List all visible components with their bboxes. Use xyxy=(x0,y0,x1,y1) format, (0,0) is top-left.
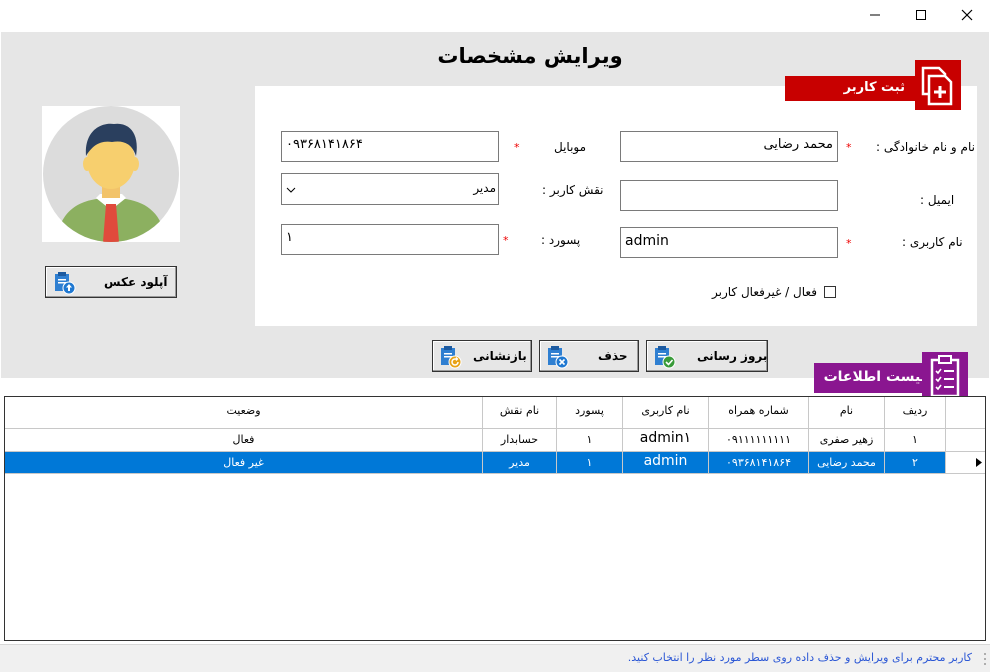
table-row-1-role[interactable]: حسابدار xyxy=(483,433,556,446)
table-row-2-status[interactable]: غیر فعال xyxy=(5,456,482,469)
header-row-number[interactable]: ردیف xyxy=(885,404,945,417)
table-row-2-number[interactable]: ۲ xyxy=(885,456,945,469)
mobile-field[interactable]: ۰۹۳۶۸۱۴۱۸۶۴ xyxy=(281,131,499,162)
mobile-label: موبایل xyxy=(554,140,587,154)
user-avatar-icon xyxy=(43,106,179,242)
row-header-cell[interactable] xyxy=(946,452,985,473)
clipboard-delete-icon xyxy=(545,345,569,369)
table-row-1-phone[interactable]: ۰۹۱۱۱۱۱۱۱۱۱ xyxy=(709,433,808,446)
header-role[interactable]: نام نقش xyxy=(483,404,556,417)
role-label: نقش کاربر : xyxy=(542,183,604,197)
username-field[interactable]: admin xyxy=(620,227,838,258)
active-checkbox-label: فعال / غیرفعال کاربر xyxy=(712,285,817,299)
table-row-1-username[interactable]: admin۱ xyxy=(623,430,708,446)
document-add-icon xyxy=(915,60,961,110)
table-row-2-phone[interactable]: ۰۹۳۶۸۱۴۱۸۶۴ xyxy=(709,456,808,469)
fullname-field[interactable]: محمد رضایی xyxy=(620,131,838,162)
mobile-required-mark: * xyxy=(514,141,520,154)
table-row-1-password[interactable]: ۱ xyxy=(557,433,622,446)
close-icon xyxy=(961,9,973,21)
minimize-button[interactable] xyxy=(852,0,898,30)
maximize-icon xyxy=(916,10,926,20)
clipboard-check-icon xyxy=(652,345,676,369)
reset-label: بازنشانی xyxy=(473,349,527,363)
table-row-1-name[interactable]: زهیر صفری xyxy=(809,433,884,446)
user-form-panel xyxy=(255,86,977,326)
update-label: بروز رسانی xyxy=(697,349,768,363)
list-section-title: لیست اطلاعات xyxy=(814,363,932,393)
role-selected-value: مدیر xyxy=(473,181,496,195)
page-title: ویرایش مشخصات xyxy=(437,44,623,68)
clipboard-refresh-icon xyxy=(438,345,462,369)
table-row-2-password[interactable]: ۱ xyxy=(557,456,622,469)
maximize-button[interactable] xyxy=(898,0,944,30)
header-password[interactable]: پسورد xyxy=(557,404,622,417)
upload-photo-label: آپلود عکس xyxy=(104,275,168,289)
password-field[interactable]: ۱ xyxy=(281,224,499,255)
header-name[interactable]: نام xyxy=(809,404,884,417)
username-required-mark: * xyxy=(846,237,852,250)
minimize-icon xyxy=(870,14,880,16)
users-table[interactable]: ردیف نام شماره همراه نام کاربری پسورد نا… xyxy=(4,396,986,641)
password-label: پسورد : xyxy=(541,233,581,247)
upload-icon xyxy=(52,271,76,295)
table-row-2-role[interactable]: مدیر xyxy=(483,456,556,469)
resize-grip-icon[interactable] xyxy=(978,651,988,669)
avatar xyxy=(42,106,180,242)
table-row-2-username[interactable]: admin xyxy=(623,453,708,469)
header-phone[interactable]: شماره همراه xyxy=(709,404,808,417)
fullname-label: نام و نام خانوادگی : xyxy=(876,140,975,154)
active-checkbox[interactable] xyxy=(824,286,836,298)
close-button[interactable] xyxy=(944,0,990,30)
current-row-arrow-icon xyxy=(976,458,982,467)
table-row-1-number[interactable]: ۱ xyxy=(885,433,945,446)
update-button[interactable]: بروز رسانی xyxy=(646,340,768,372)
status-hint-text: کاربر محترم برای ویرایش و حذف داده روی س… xyxy=(627,651,972,664)
username-label: نام کاربری : xyxy=(902,235,963,249)
chevron-down-icon[interactable] xyxy=(286,183,296,197)
table-row-1-status[interactable]: فعال xyxy=(5,433,482,446)
role-select[interactable]: مدیر xyxy=(281,173,499,205)
header-status[interactable]: وضعیت xyxy=(5,404,482,417)
title-bar xyxy=(0,0,990,32)
table-row-2-name[interactable]: محمد رضایی xyxy=(809,456,884,469)
email-field[interactable] xyxy=(620,180,838,211)
checklist-icon xyxy=(922,352,968,402)
header-username[interactable]: نام کاربری xyxy=(623,404,708,417)
email-label: ایمیل : xyxy=(920,193,955,207)
password-required-mark: * xyxy=(503,234,509,247)
status-bar: کاربر محترم برای ویرایش و حذف داده روی س… xyxy=(0,644,990,672)
fullname-required-mark: * xyxy=(846,141,852,154)
delete-label: حذف xyxy=(598,349,628,363)
upload-photo-button[interactable]: آپلود عکس xyxy=(45,266,177,298)
delete-button[interactable]: حذف xyxy=(539,340,639,372)
reset-button[interactable]: بازنشانی xyxy=(432,340,532,372)
